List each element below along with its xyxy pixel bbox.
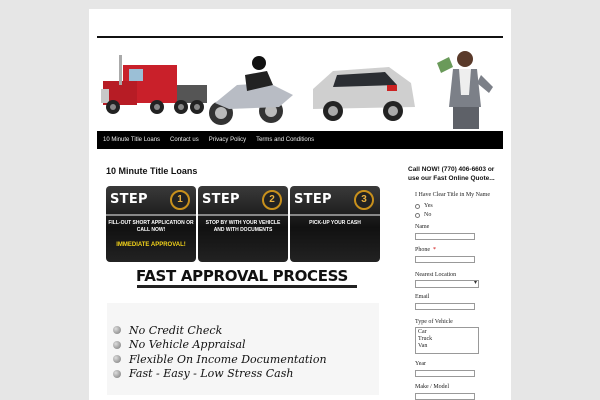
make-model-label: Make / Model (415, 384, 449, 390)
step-number-badge: 2 (262, 190, 282, 210)
header-rule (97, 36, 503, 38)
vehicle-type-option[interactable]: Truck (418, 336, 476, 343)
nav-item-contact-us[interactable]: Contact us (170, 137, 199, 143)
location-label: Nearest Location (415, 272, 457, 278)
step-divider (198, 214, 288, 216)
truck-image (101, 55, 207, 114)
bullet-icon (113, 369, 121, 378)
post-title: 10 Minute Title Loans (106, 166, 198, 176)
vehicle-type-option[interactable]: Van (418, 343, 476, 350)
feature-item: No Vehicle Appraisal (113, 338, 379, 353)
feature-text: No Vehicle Appraisal (129, 338, 246, 352)
vehicle-type-label: Type of Vehicle (415, 319, 453, 325)
step-description: STOP BY WITH YOUR VEHICLE AND WITH DOCUM… (205, 220, 281, 233)
feature-text: No Credit Check (129, 323, 223, 337)
clear-title-label: I Have Clear Title in My Name (415, 192, 490, 198)
phone-label-text: Phone (415, 247, 430, 253)
step-word: STEP (202, 192, 240, 207)
bullet-icon (113, 355, 121, 364)
nav-item-privacy-policy[interactable]: Privacy Policy (209, 137, 246, 143)
feature-text: Fast - Easy - Low Stress Cash (129, 367, 294, 381)
email-label: Email (415, 294, 430, 300)
header-banner (97, 45, 503, 132)
page-container: 10 Minute Title Loans Contact us Privacy… (89, 9, 511, 400)
radio-button[interactable] (415, 212, 420, 218)
step-number-badge: 1 (170, 190, 190, 210)
bullet-icon (113, 326, 121, 335)
feature-item: Fast - Easy - Low Stress Cash (113, 367, 379, 382)
radio-label: No (424, 212, 432, 218)
step-divider (106, 214, 196, 216)
main-nav: 10 Minute Title Loans Contact us Privacy… (97, 131, 503, 149)
required-mark: * (433, 247, 436, 253)
woman-with-cash-image (437, 51, 493, 129)
phone-label: Phone * (415, 247, 436, 253)
approval-heading: FAST APPROVAL PROCESS (135, 267, 349, 285)
step-description: PICK-UP YOUR CASH (309, 220, 361, 226)
clear-title-no-radio[interactable]: No (415, 212, 431, 218)
header-vehicles-image (101, 51, 493, 129)
suv-image (313, 67, 415, 121)
approval-underline (137, 285, 357, 288)
vehicle-type-listbox[interactable]: Car Truck Van (415, 327, 479, 354)
feature-item: No Credit Check (113, 323, 379, 338)
step-1-panel: STEP 1 FILL-OUT SHORT APPLICATION OR CAL… (106, 186, 196, 262)
phone-field[interactable] (415, 256, 475, 263)
feature-item: Flexible On Income Documentation (113, 352, 379, 367)
features-list: No Credit Check No Vehicle Appraisal Fle… (107, 303, 379, 395)
make-model-field[interactable] (415, 393, 475, 400)
step-number-badge: 3 (354, 190, 374, 210)
vehicle-type-option[interactable]: Car (418, 329, 476, 336)
bullet-icon (113, 340, 121, 349)
step-word: STEP (294, 192, 332, 207)
radio-label: Yes (424, 203, 433, 209)
sidebar-heading: Call NOW! (770) 406-6603 or use our Fast… (408, 166, 495, 182)
radio-button[interactable] (415, 203, 420, 209)
steps-graphic: STEP 1 FILL-OUT SHORT APPLICATION OR CAL… (106, 186, 380, 262)
nav-item-title-loans[interactable]: 10 Minute Title Loans (103, 137, 160, 143)
name-field[interactable] (415, 233, 475, 240)
feature-text: Flexible On Income Documentation (129, 352, 327, 366)
step-3-panel: STEP 3 PICK-UP YOUR CASH (290, 186, 380, 262)
step-highlight: IMMEDIATE APPROVAL! (116, 242, 186, 248)
year-label: Year (415, 361, 427, 367)
motorcycle-image (209, 56, 293, 125)
step-2-panel: STEP 2 STOP BY WITH YOUR VEHICLE AND WIT… (198, 186, 288, 262)
email-field[interactable] (415, 303, 475, 310)
location-select[interactable] (415, 279, 479, 288)
step-word: STEP (110, 192, 148, 207)
nav-item-terms[interactable]: Terms and Conditions (256, 137, 314, 143)
year-field[interactable] (415, 370, 475, 377)
step-description: FILL-OUT SHORT APPLICATION OR CALL NOW! (108, 220, 194, 233)
step-divider (290, 214, 380, 216)
clear-title-yes-radio[interactable]: Yes (415, 203, 433, 209)
name-label: Name (415, 224, 430, 230)
